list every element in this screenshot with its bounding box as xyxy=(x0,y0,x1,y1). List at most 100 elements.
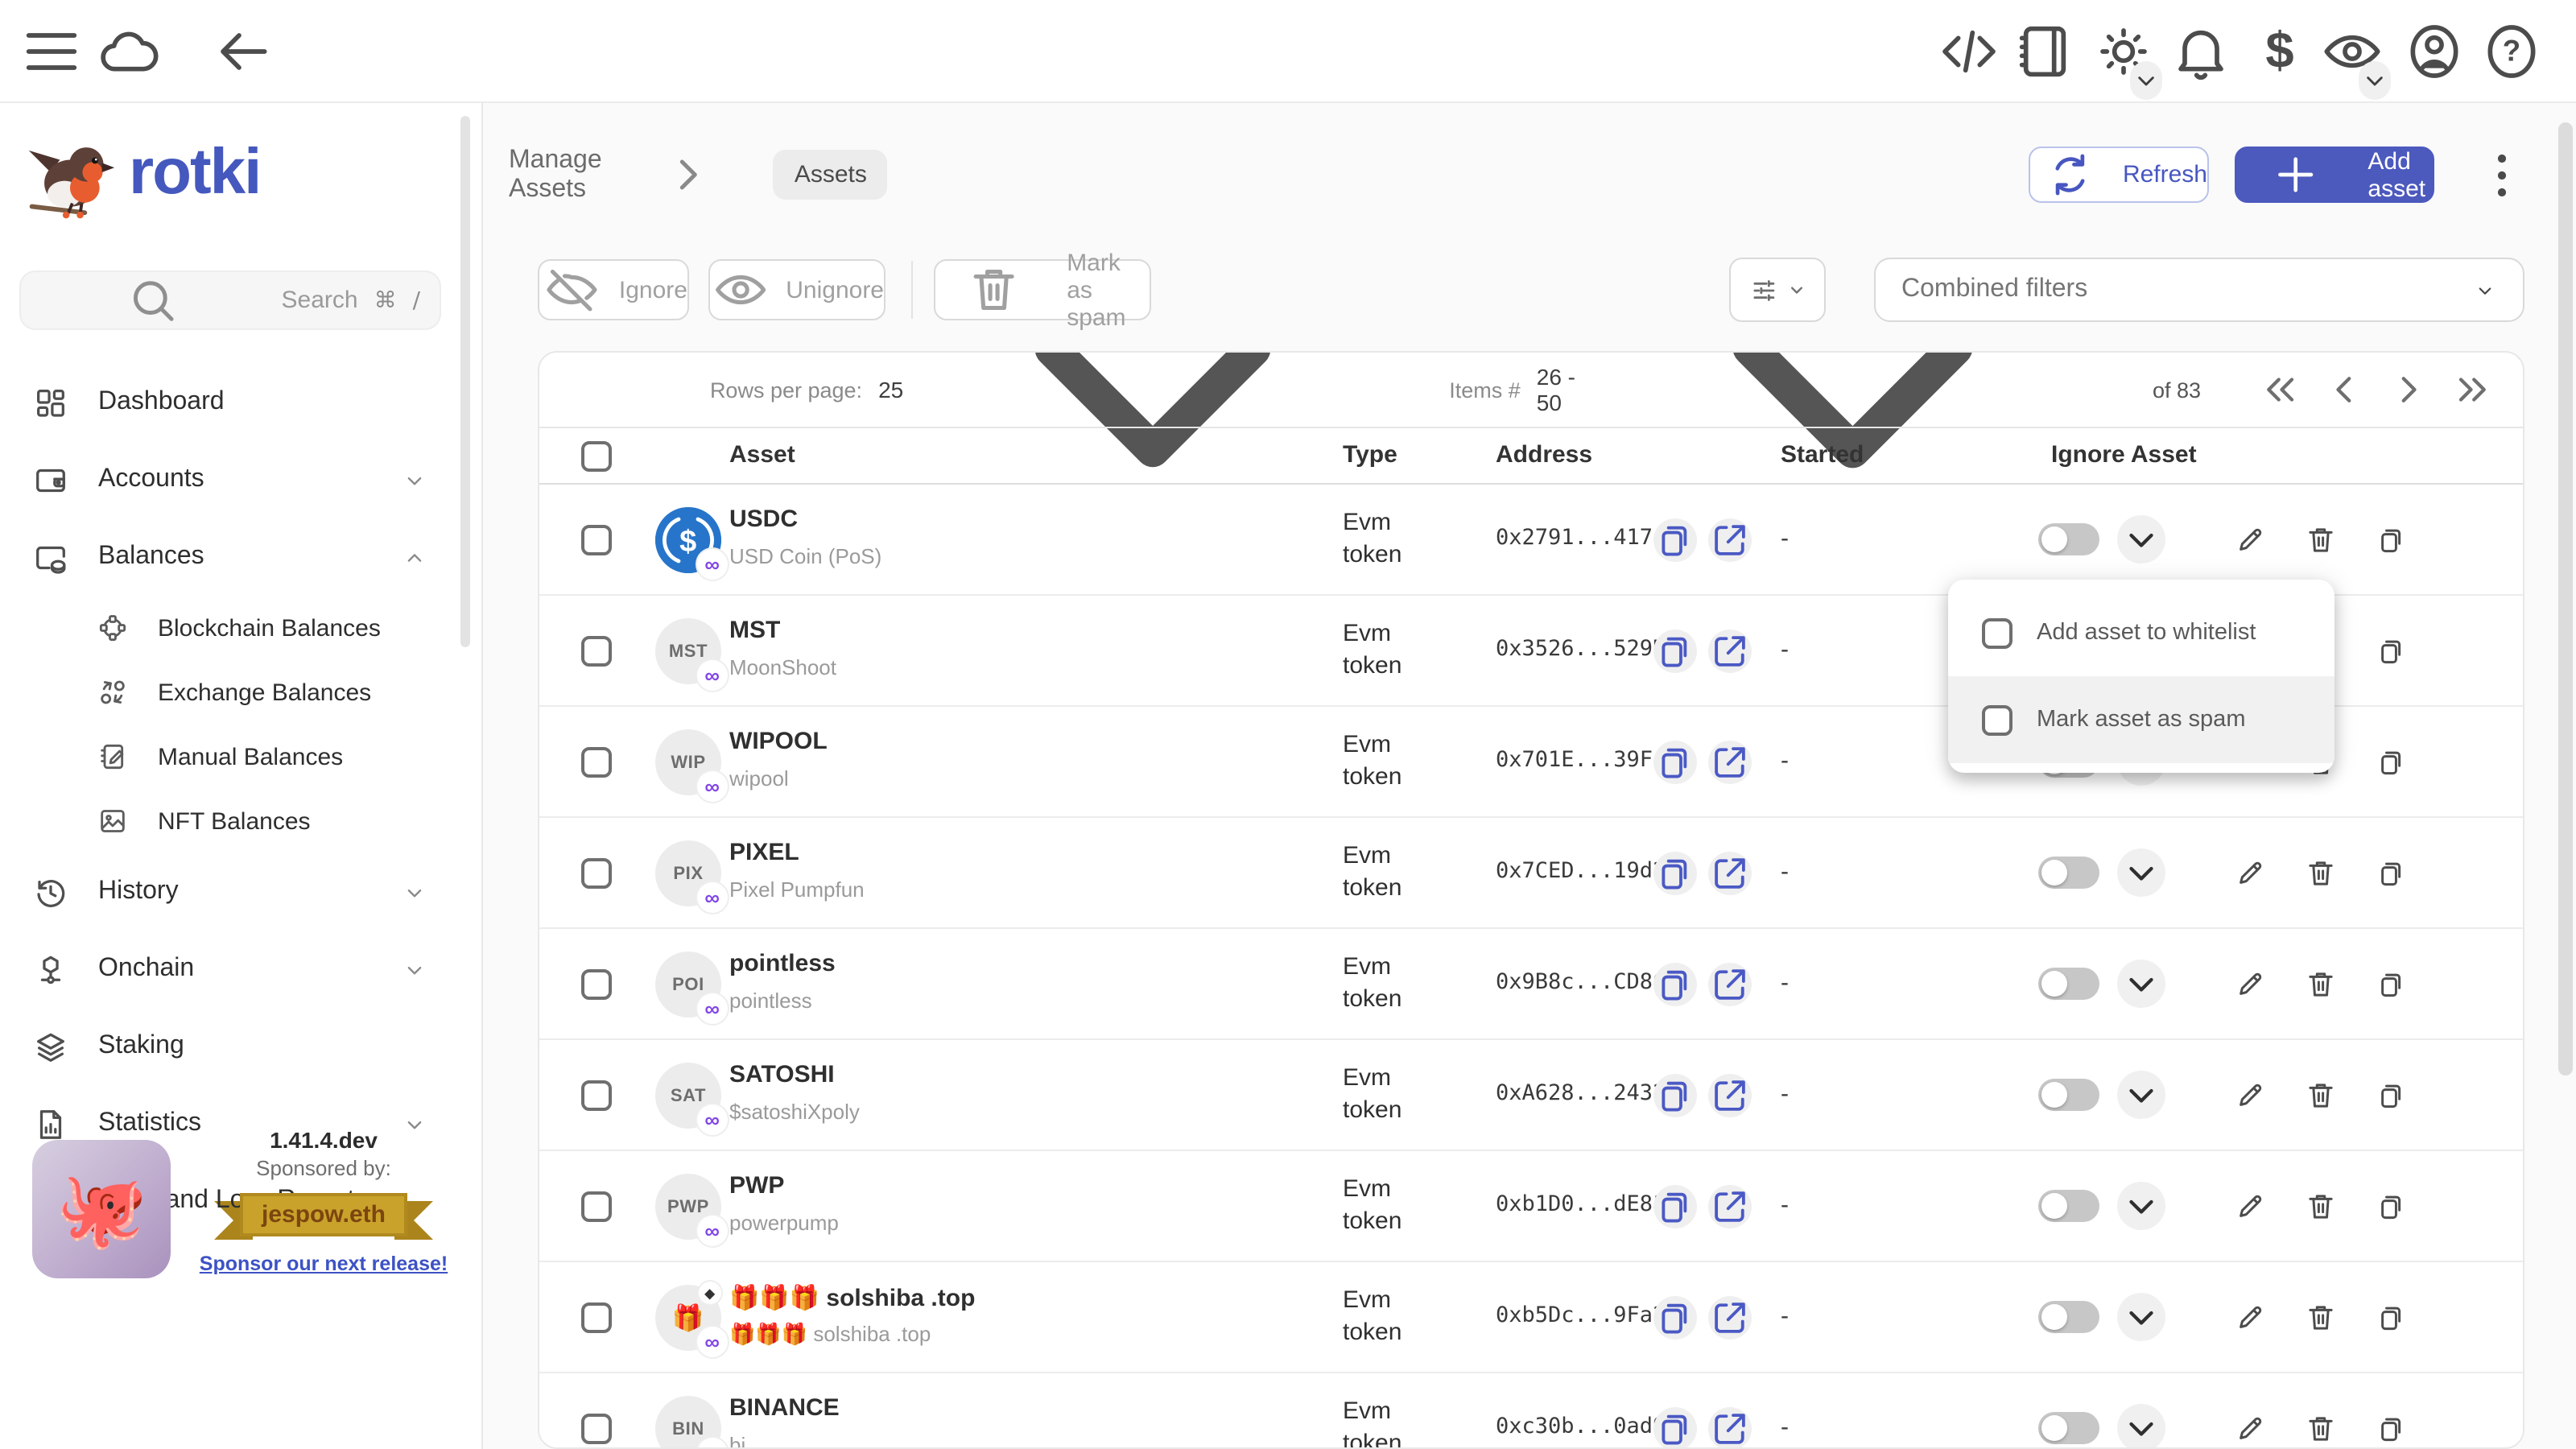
edit-asset-button[interactable] xyxy=(2233,1190,2267,1224)
sidebar-item-balances[interactable]: Balances xyxy=(0,518,483,596)
sidebar-item-blockchain-balances[interactable]: Blockchain Balances xyxy=(0,596,483,660)
row-chevron-button[interactable] xyxy=(2117,1293,2165,1341)
open-explorer-button[interactable] xyxy=(1708,1074,1752,1117)
sidebar-item-history[interactable]: History xyxy=(0,853,483,931)
row-checkbox[interactable] xyxy=(581,636,612,667)
copy-address-button[interactable] xyxy=(1653,741,1697,784)
open-explorer-button[interactable] xyxy=(1708,963,1752,1006)
sidebar-item-exchange-balances[interactable]: Exchange Balances xyxy=(0,660,483,724)
delete-asset-button[interactable] xyxy=(2304,1412,2338,1446)
sidebar-item-manual-balances[interactable]: Manual Balances xyxy=(0,724,483,789)
delete-asset-button[interactable] xyxy=(2304,857,2338,890)
main-scrollbar[interactable] xyxy=(2558,122,2573,1075)
theme-chevron-down-icon[interactable] xyxy=(2130,61,2162,100)
prev-page-button[interactable] xyxy=(2320,365,2368,414)
sidebar-item-onchain[interactable]: Onchain xyxy=(0,931,483,1008)
row-checkbox[interactable] xyxy=(581,525,612,555)
ignore-toggle[interactable] xyxy=(2038,523,2099,555)
column-settings-button[interactable] xyxy=(1729,258,1826,322)
delete-asset-button[interactable] xyxy=(2304,523,2338,557)
sponsor-link[interactable]: Sponsor our next release! xyxy=(200,1253,448,1275)
select-all-checkbox[interactable] xyxy=(581,441,612,472)
copy-asset-button[interactable] xyxy=(2375,523,2409,557)
row-chevron-button[interactable] xyxy=(2117,848,2165,897)
sidebar-item-accounts[interactable]: Accounts xyxy=(0,441,483,518)
delete-asset-button[interactable] xyxy=(2304,1190,2338,1224)
unignore-button[interactable]: Unignore xyxy=(708,259,886,320)
copy-address-button[interactable] xyxy=(1653,1407,1697,1449)
delete-asset-button[interactable] xyxy=(2304,1079,2338,1113)
open-explorer-button[interactable] xyxy=(1708,852,1752,895)
edit-asset-button[interactable] xyxy=(2233,1079,2267,1113)
journal-icon[interactable] xyxy=(2013,19,2077,84)
next-page-button[interactable] xyxy=(2384,365,2433,414)
copy-address-button[interactable] xyxy=(1653,1296,1697,1340)
help-icon[interactable]: ? xyxy=(2479,19,2544,84)
menu-icon[interactable] xyxy=(19,19,84,84)
combined-filters-select[interactable]: Combined filters xyxy=(1874,258,2524,322)
open-explorer-button[interactable] xyxy=(1708,741,1752,784)
privacy-chevron-down-icon[interactable] xyxy=(2359,61,2391,100)
copy-asset-button[interactable] xyxy=(2375,1079,2409,1113)
search-input[interactable]: Search ⌘ / xyxy=(19,270,441,330)
row-chevron-button[interactable] xyxy=(2117,1182,2165,1230)
copy-asset-button[interactable] xyxy=(2375,857,2409,890)
mark-as-spam-option[interactable]: Mark asset as spam xyxy=(1948,676,2334,763)
copy-asset-button[interactable] xyxy=(2375,1412,2409,1446)
row-chevron-button[interactable] xyxy=(2117,1404,2165,1449)
cloud-sync-icon[interactable] xyxy=(97,19,161,84)
copy-address-button[interactable] xyxy=(1653,1074,1697,1117)
open-explorer-button[interactable] xyxy=(1708,630,1752,673)
ignore-toggle[interactable] xyxy=(2038,1301,2099,1333)
add-to-whitelist-option[interactable]: Add asset to whitelist xyxy=(1948,589,2334,676)
row-chevron-button[interactable] xyxy=(2117,515,2165,564)
ignore-toggle[interactable] xyxy=(2038,968,2099,1000)
back-arrow-icon[interactable] xyxy=(211,19,275,84)
ignore-toggle[interactable] xyxy=(2038,1190,2099,1222)
row-checkbox[interactable] xyxy=(581,969,612,1000)
copy-asset-button[interactable] xyxy=(2375,634,2409,668)
edit-asset-button[interactable] xyxy=(2233,1301,2267,1335)
notifications-bell-icon[interactable] xyxy=(2169,19,2233,84)
delete-asset-button[interactable] xyxy=(2304,968,2338,1001)
ignore-toggle[interactable] xyxy=(2038,1412,2099,1444)
sidebar-item-staking[interactable]: Staking xyxy=(0,1008,483,1085)
row-checkbox[interactable] xyxy=(581,858,612,889)
spam-checkbox[interactable] xyxy=(1982,704,2013,735)
copy-asset-button[interactable] xyxy=(2375,1190,2409,1224)
delete-asset-button[interactable] xyxy=(2304,1301,2338,1335)
sidebar-item-nft-balances[interactable]: NFT Balances xyxy=(0,789,483,853)
ignore-button[interactable]: Ignore xyxy=(538,259,689,320)
add-asset-button[interactable]: Add asset xyxy=(2235,147,2434,203)
row-checkbox[interactable] xyxy=(581,1302,612,1333)
row-checkbox[interactable] xyxy=(581,1191,612,1222)
open-explorer-button[interactable] xyxy=(1708,518,1752,562)
copy-address-button[interactable] xyxy=(1653,518,1697,562)
edit-asset-button[interactable] xyxy=(2233,523,2267,557)
first-page-button[interactable] xyxy=(2256,365,2304,414)
row-checkbox[interactable] xyxy=(581,747,612,778)
sidebar-item-dashboard[interactable]: Dashboard xyxy=(0,364,483,441)
code-icon[interactable] xyxy=(1937,19,2001,84)
account-icon[interactable] xyxy=(2402,19,2467,84)
row-chevron-button[interactable] xyxy=(2117,1071,2165,1119)
copy-address-button[interactable] xyxy=(1653,963,1697,1006)
copy-asset-button[interactable] xyxy=(2375,745,2409,779)
copy-asset-button[interactable] xyxy=(2375,968,2409,1001)
whitelist-checkbox[interactable] xyxy=(1982,617,2013,648)
more-options-button[interactable] xyxy=(2473,147,2531,204)
rotki-logo[interactable]: rotki xyxy=(23,126,260,219)
edit-asset-button[interactable] xyxy=(2233,1412,2267,1446)
refresh-button[interactable]: Refresh xyxy=(2029,147,2209,203)
last-page-button[interactable] xyxy=(2449,365,2497,414)
ignore-toggle[interactable] xyxy=(2038,1079,2099,1111)
copy-asset-button[interactable] xyxy=(2375,1301,2409,1335)
row-chevron-button[interactable] xyxy=(2117,960,2165,1008)
edit-asset-button[interactable] xyxy=(2233,968,2267,1001)
open-explorer-button[interactable] xyxy=(1708,1296,1752,1340)
currency-dollar-icon[interactable]: $ xyxy=(2248,19,2312,84)
copy-address-button[interactable] xyxy=(1653,852,1697,895)
row-checkbox[interactable] xyxy=(581,1414,612,1444)
mark-as-spam-button[interactable]: Mark as spam xyxy=(934,259,1151,320)
copy-address-button[interactable] xyxy=(1653,630,1697,673)
